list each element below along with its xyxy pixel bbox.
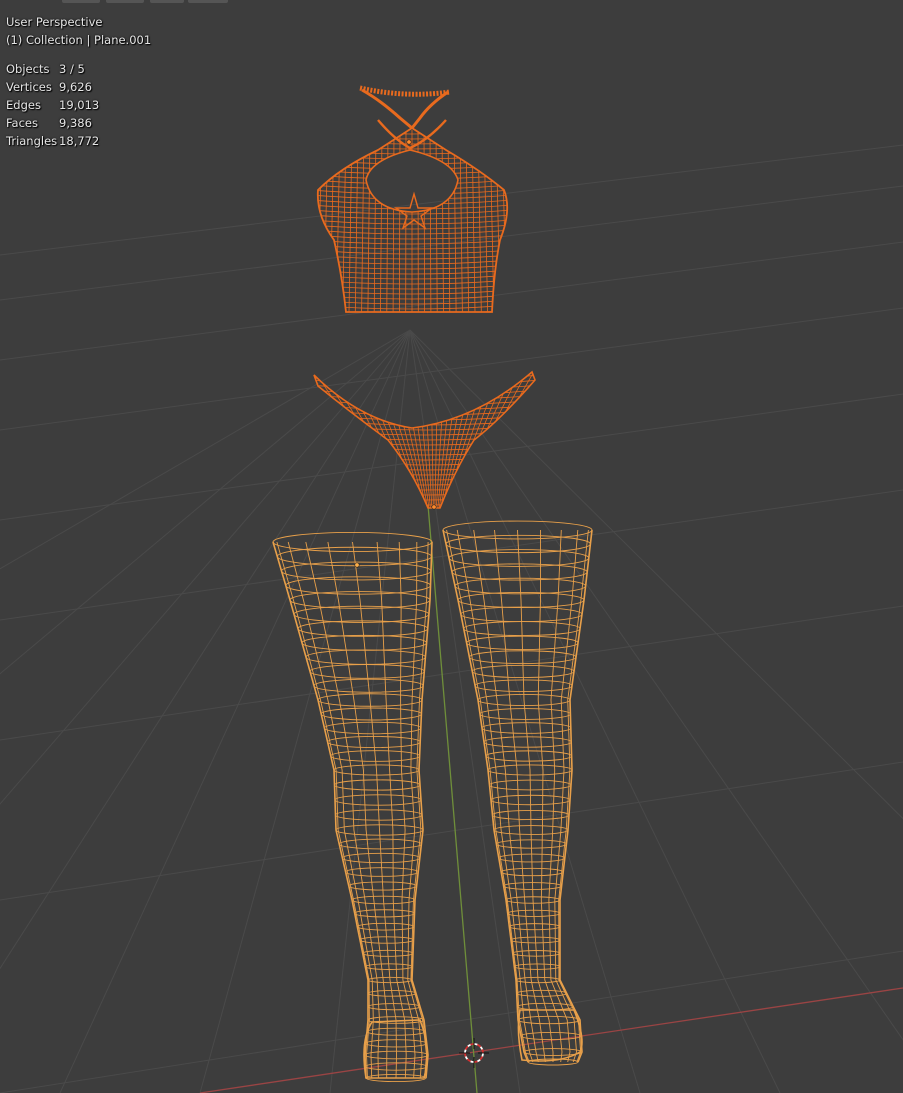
grid-line — [199, 329, 411, 1093]
wire-row — [317, 289, 508, 295]
top-outline — [316, 126, 509, 313]
wire-col — [508, 130, 513, 312]
grid-line — [59, 329, 411, 1093]
wire-seam — [559, 529, 593, 1063]
neck-strap — [359, 85, 451, 97]
wire-col — [447, 129, 451, 312]
wire-col — [392, 129, 395, 312]
wire-col — [441, 129, 444, 312]
wire-row — [314, 384, 535, 391]
wire-row — [317, 259, 508, 265]
scene-canvas[interactable] — [0, 0, 903, 1093]
wire-seam — [558, 529, 589, 1063]
wire-col — [429, 129, 432, 312]
wire-row — [314, 454, 535, 461]
wire-col — [367, 372, 422, 508]
wire-col — [452, 372, 530, 508]
floor-grid — [0, 144, 903, 1093]
wire-row — [314, 484, 535, 491]
grid-line — [0, 241, 903, 361]
wire-col — [483, 129, 488, 312]
bottom-grid — [310, 372, 540, 515]
grid-line — [0, 307, 903, 431]
wire-col — [477, 129, 482, 312]
wire-row — [310, 510, 540, 515]
wire-row — [317, 279, 508, 285]
wire-row — [317, 239, 508, 245]
wire-col — [453, 129, 457, 312]
wire-col — [435, 372, 446, 508]
wire-col — [435, 129, 438, 312]
wire-col — [449, 372, 516, 508]
wire-row — [317, 299, 508, 305]
wire-col — [440, 372, 467, 508]
wire-row — [314, 394, 535, 401]
wire-col — [317, 129, 323, 312]
wire-seam — [411, 541, 433, 1079]
wire-row — [317, 224, 508, 230]
wire-row — [317, 284, 508, 290]
wire-row — [317, 154, 508, 160]
wire-col — [329, 129, 335, 312]
wire-row — [317, 234, 508, 240]
wire-col — [437, 372, 453, 508]
wire-col — [332, 372, 415, 508]
object-origin-icon — [406, 139, 412, 145]
wire-col — [465, 129, 470, 312]
wire-row — [317, 249, 508, 255]
wire-row — [317, 304, 508, 310]
wire-row — [317, 134, 508, 140]
wire-col — [380, 129, 383, 312]
3d-viewport[interactable]: User Perspective (1) Collection | Plane.… — [0, 0, 903, 1093]
bikini-bottom-mesh[interactable] — [310, 368, 540, 515]
grid-line — [0, 950, 903, 1093]
object-origin-icon — [354, 562, 360, 568]
y-axis-line — [427, 504, 478, 1093]
wire-row — [317, 164, 508, 170]
wire-col — [471, 129, 476, 312]
grid-line — [0, 329, 411, 570]
wire-row — [317, 174, 508, 180]
wire-col — [438, 372, 460, 508]
wire-col — [395, 372, 427, 508]
wire-row — [317, 129, 508, 135]
wire-row — [317, 194, 508, 200]
wire-col — [423, 129, 426, 312]
object-origin-icon — [431, 504, 437, 510]
wire-col — [348, 129, 353, 312]
stockings-mesh[interactable] — [272, 520, 593, 1083]
wire-col — [367, 129, 371, 312]
grid-line — [0, 329, 411, 970]
wire-col — [459, 129, 463, 312]
wire-row — [317, 184, 508, 190]
wire-col — [311, 130, 316, 312]
wire-col — [336, 129, 341, 312]
wire-col — [373, 129, 377, 312]
wire-row — [314, 504, 535, 508]
wire-row — [314, 414, 535, 421]
wire-col — [354, 129, 359, 312]
wire-col — [360, 372, 420, 508]
grid-line — [0, 393, 903, 521]
wire-seam — [446, 529, 530, 1063]
grid-line — [0, 605, 903, 741]
wire-row — [317, 254, 508, 260]
wire-col — [346, 372, 417, 508]
wire-col — [430, 372, 434, 508]
grid-line — [0, 329, 411, 675]
wire-col — [318, 372, 412, 508]
wire-col — [314, 372, 410, 508]
wire-row — [317, 179, 508, 185]
wire-col — [381, 372, 424, 508]
wire-col — [398, 129, 401, 312]
wire-row — [317, 189, 508, 195]
halter-top-mesh[interactable] — [310, 85, 513, 314]
wire-row — [317, 214, 508, 220]
wire-row — [314, 439, 535, 446]
grid-line — [0, 329, 411, 805]
wire-row — [317, 159, 508, 165]
wire-row — [317, 294, 508, 300]
wire-row — [317, 229, 508, 235]
